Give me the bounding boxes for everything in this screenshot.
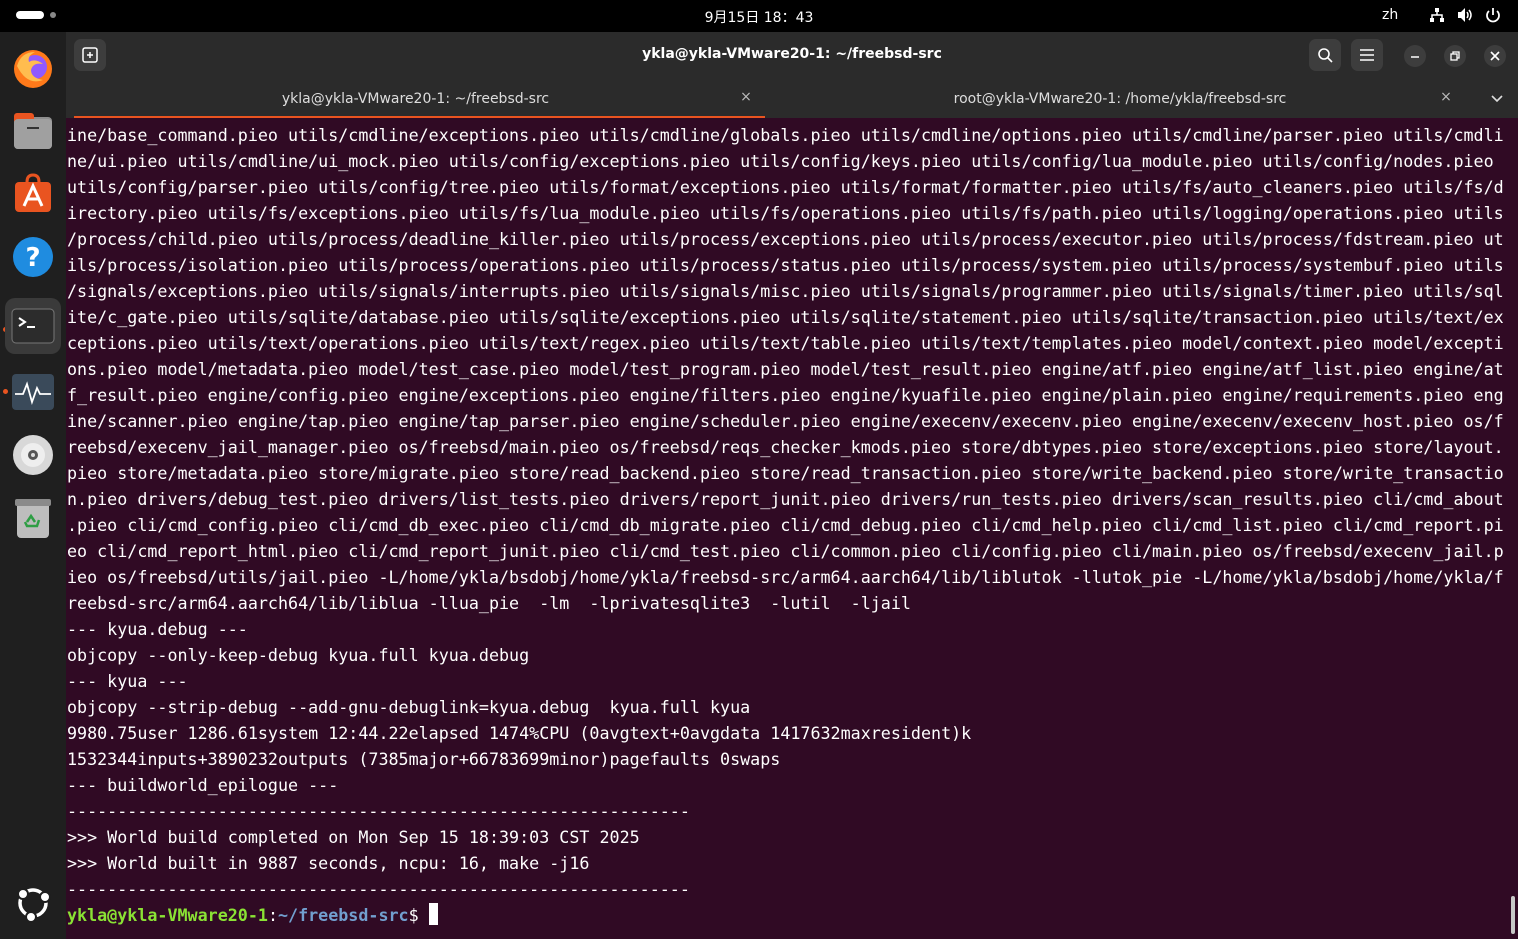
terminal-line: ite/c_gate.pieo utils/sqlite/database.pi… <box>67 307 1504 327</box>
terminal-window: ykla@ykla-VMware20-1: ~/freebsd-src ykla… <box>66 32 1518 939</box>
volume-icon <box>1456 6 1474 24</box>
terminal-line: utils/config/parser.pieo utils/config/tr… <box>67 177 1504 197</box>
terminal-output[interactable]: ine/base_command.pieo utils/cmdline/exce… <box>66 118 1518 939</box>
svg-text:?: ? <box>25 243 40 273</box>
minimize-button[interactable] <box>1404 45 1426 67</box>
terminal-line: reebsd/execenv_jail_manager.pieo os/free… <box>67 437 1504 457</box>
show-apps-icon <box>17 888 51 923</box>
prompt-separator: : <box>267 905 278 925</box>
menu-button[interactable] <box>1351 39 1383 71</box>
terminal-line: objcopy --only-keep-debug kyua.full kyua… <box>67 645 530 665</box>
minimize-icon <box>1411 56 1419 58</box>
terminal-line: ine/scanner.pieo engine/tap.pieo engine/… <box>67 411 1504 431</box>
help-icon: ? <box>13 237 53 277</box>
hamburger-icon <box>1360 49 1374 61</box>
terminal-line: /process/child.pieo utils/process/deadli… <box>67 229 1504 249</box>
input-method-indicator[interactable]: zh <box>1382 7 1398 23</box>
system-tray[interactable] <box>1428 6 1502 24</box>
trash-icon <box>15 499 51 538</box>
firefox-icon <box>14 50 52 88</box>
terminal-line: ----------------------------------------… <box>67 879 690 899</box>
search-icon <box>1318 48 1333 63</box>
search-button[interactable] <box>1309 39 1341 71</box>
terminal-line: /signals/exceptions.pieo utils/signals/i… <box>67 281 1504 301</box>
show-apps-button[interactable] <box>9 879 57 927</box>
terminal-line: ils/process/isolation.pieo utils/process… <box>67 255 1504 275</box>
close-icon <box>1490 51 1500 61</box>
tab-list-dropdown[interactable] <box>1487 88 1507 108</box>
terminal-line: 1532344inputs+3890232outputs (7385major+… <box>67 749 781 769</box>
network-icon <box>1428 6 1446 24</box>
terminal-line: ne/ui.pieo utils/cmdline/ui_mock.pieo ut… <box>67 151 1494 171</box>
tab-root[interactable]: root@ykla-VMware20-1: /home/ykla/freebsd… <box>765 78 1475 118</box>
tab-ykla[interactable]: ykla@ykla-VMware20-1: ~/freebsd-src × <box>66 78 765 118</box>
restore-button[interactable] <box>1444 45 1466 67</box>
tab-bar: ykla@ykla-VMware20-1: ~/freebsd-src × ro… <box>66 78 1518 118</box>
chevron-down-icon <box>1491 95 1503 103</box>
files-launcher[interactable] <box>9 107 57 155</box>
system-monitor-icon <box>12 374 54 410</box>
clock[interactable]: 9月15日 18：43 <box>0 7 1518 27</box>
files-icon <box>14 113 52 149</box>
header-bar: ykla@ykla-VMware20-1: ~/freebsd-src <box>66 32 1518 78</box>
terminal-line: ----------------------------------------… <box>67 801 690 821</box>
restore-icon <box>1450 51 1460 61</box>
terminal-line: f_result.pieo engine/config.pieo engine/… <box>67 385 1504 405</box>
terminal-line: ieo os/freebsd/utils/jail.pieo -L/home/y… <box>67 567 1504 587</box>
tab-close-icon[interactable]: × <box>736 87 756 107</box>
terminal-line: --- kyua --- <box>67 671 188 691</box>
dock: ? <box>0 32 66 939</box>
terminal-line: eo cli/cmd_report_html.pieo cli/cmd_repo… <box>67 541 1504 561</box>
terminal-launcher[interactable] <box>5 298 61 354</box>
app-center-launcher[interactable] <box>9 170 57 218</box>
terminal-text: ine/base_command.pieo utils/cmdline/exce… <box>67 122 1504 928</box>
disc-icon <box>13 435 53 475</box>
terminal-line: objcopy --strip-debug --add-gnu-debuglin… <box>67 697 751 717</box>
terminal-line: ine/base_command.pieo utils/cmdline/exce… <box>67 125 1504 145</box>
terminal-line: >>> World build completed on Mon Sep 15 … <box>67 827 640 847</box>
terminal-line: pieo store/metadata.pieo store/migrate.p… <box>67 463 1504 483</box>
tab-label: root@ykla-VMware20-1: /home/ykla/freebsd… <box>953 91 1287 107</box>
power-icon <box>1484 6 1502 24</box>
running-indicator <box>3 389 8 394</box>
tab-close-icon[interactable]: × <box>1436 87 1456 107</box>
terminal-line: irectory.pieo utils/fs/exceptions.pieo u… <box>67 203 1504 223</box>
prompt-user-host: ykla@ykla-VMware20-1 <box>67 905 268 925</box>
terminal-icon <box>11 308 55 344</box>
terminal-line: 9980.75user 1286.61system 12:44.22elapse… <box>67 723 972 743</box>
terminal-line: ceptions.pieo utils/text/operations.pieo… <box>67 333 1504 353</box>
disc-launcher[interactable] <box>9 431 57 479</box>
terminal-line: --- kyua.debug --- <box>67 619 248 639</box>
firefox-launcher[interactable] <box>9 44 57 92</box>
terminal-line: reebsd-src/arm64.aarch64/lib/liblua -llu… <box>67 593 911 613</box>
window-title: ykla@ykla-VMware20-1: ~/freebsd-src <box>642 46 942 62</box>
trash-launcher[interactable] <box>9 494 57 542</box>
help-launcher[interactable]: ? <box>9 233 57 281</box>
terminal-line: .pieo cli/cmd_config.pieo cli/cmd_db_exe… <box>67 515 1504 535</box>
top-bar: 9月15日 18：43 zh <box>0 0 1518 32</box>
terminal-line: n.pieo drivers/debug_test.pieo drivers/l… <box>67 489 1504 509</box>
terminal-line: ons.pieo model/metadata.pieo model/test_… <box>67 359 1504 379</box>
app-center-icon <box>15 173 51 212</box>
prompt-path: ~/freebsd-src <box>277 905 409 925</box>
prompt-symbol: $ <box>408 905 429 925</box>
text-cursor <box>428 903 438 925</box>
scrollbar[interactable] <box>1511 896 1515 934</box>
terminal-line: --- buildworld_epilogue --- <box>67 775 339 795</box>
terminal-line: >>> World built in 9887 seconds, ncpu: 1… <box>67 853 590 873</box>
system-monitor-launcher[interactable] <box>9 368 57 416</box>
close-window-button[interactable] <box>1484 45 1506 67</box>
tab-label: ykla@ykla-VMware20-1: ~/freebsd-src <box>281 91 550 107</box>
